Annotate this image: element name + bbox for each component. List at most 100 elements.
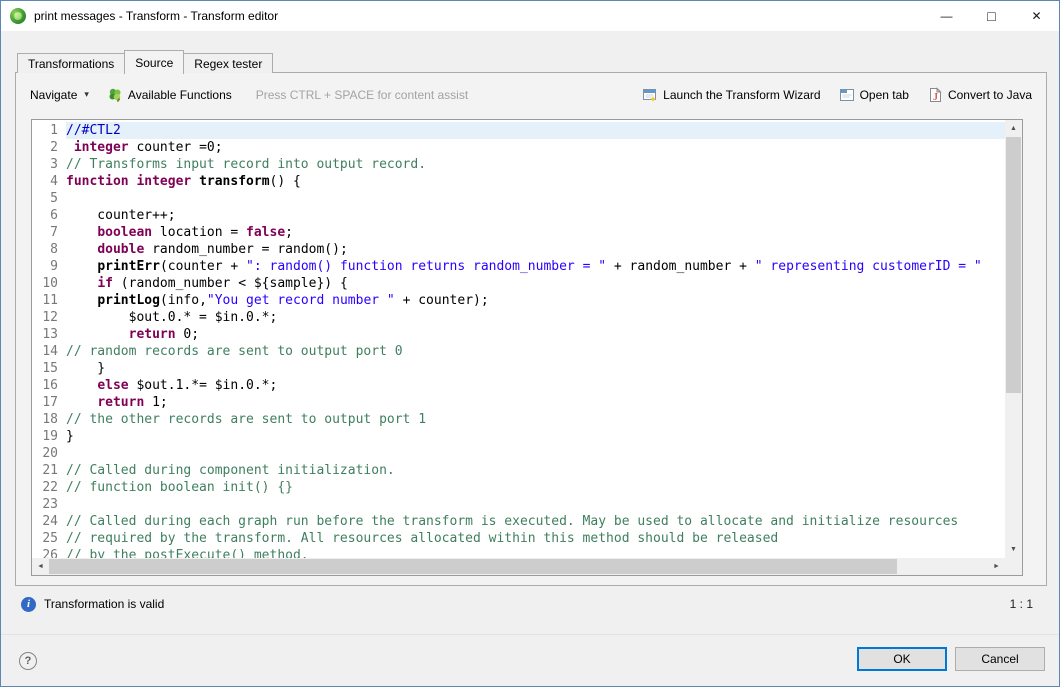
code-line[interactable]: 24// Called during each graph run before… [32,513,1005,530]
code-line[interactable]: 21// Called during component initializat… [32,462,1005,479]
code-line[interactable]: 17 return 1; [32,394,1005,411]
code-line[interactable]: 1//#CTL2 [32,122,1005,139]
transform-editor-window: print messages - Transform - Transform e… [0,0,1060,687]
code-line[interactable]: 12 $out.0.* = $in.0.*; [32,309,1005,326]
line-number: 5 [32,190,66,207]
available-functions-label: Available Functions [128,88,232,102]
code-line[interactable]: 14// random records are sent to output p… [32,343,1005,360]
code-text: } [66,428,1005,445]
line-number: 4 [32,173,66,190]
ok-label: OK [893,652,910,666]
code-text: // the other records are sent to output … [66,411,1005,428]
scroll-left-icon[interactable]: ◄ [32,558,49,575]
cancel-label: Cancel [981,652,1018,666]
code-text: else $out.1.*= $in.0.*; [66,377,1005,394]
code-line[interactable]: 13 return 0; [32,326,1005,343]
scroll-right-icon[interactable]: ► [988,558,1005,575]
vertical-scrollbar[interactable]: ▲ ▼ [1005,120,1022,558]
convert-java-icon: J [927,87,943,103]
code-line[interactable]: 8 double random_number = random(); [32,241,1005,258]
source-tab-panel: Navigate ▾ Available Functions Press CTR… [15,72,1047,586]
maximize-icon: □ [987,8,995,24]
line-number: 18 [32,411,66,428]
available-functions-button[interactable]: Available Functions [107,87,232,103]
line-number: 17 [32,394,66,411]
help-button[interactable]: ? [19,652,37,670]
title-bar[interactable]: print messages - Transform - Transform e… [1,1,1059,31]
line-number: 13 [32,326,66,343]
code-line[interactable]: 11 printLog(info,"You get record number … [32,292,1005,309]
code-text: if (random_number < ${sample}) { [66,275,1005,292]
line-number: 23 [32,496,66,513]
code-line[interactable]: 22// function boolean init() {} [32,479,1005,496]
code-line[interactable]: 2 integer counter =0; [32,139,1005,156]
tab-source[interactable]: Source [124,50,184,74]
code-area[interactable]: 1//#CTL22 integer counter =0;3// Transfo… [32,120,1005,558]
caret-position: 1 : 1 [1010,597,1033,611]
wizard-icon [642,87,658,103]
close-icon: ✕ [1031,9,1041,23]
navigate-dropdown[interactable]: Navigate ▾ [30,88,89,102]
code-line[interactable]: 10 if (random_number < ${sample}) { [32,275,1005,292]
convert-to-java-button[interactable]: J Convert to Java [927,87,1032,103]
code-line[interactable]: 3// Transforms input record into output … [32,156,1005,173]
tab-transformations[interactable]: Transformations [17,53,125,73]
app-icon [10,8,26,24]
line-number: 21 [32,462,66,479]
launch-transform-wizard-button[interactable]: Launch the Transform Wizard [642,87,820,103]
code-line[interactable]: 9 printErr(counter + ": random() functio… [32,258,1005,275]
code-text: printLog(info,"You get record number " +… [66,292,1005,309]
code-line[interactable]: 23 [32,496,1005,513]
scroll-down-icon[interactable]: ▼ [1005,541,1022,558]
code-line[interactable]: 19} [32,428,1005,445]
tab-label: Source [135,56,173,70]
code-line[interactable]: 5 [32,190,1005,207]
code-text [66,496,1005,513]
code-line[interactable]: 16 else $out.1.*= $in.0.*; [32,377,1005,394]
code-line[interactable]: 7 boolean location = false; [32,224,1005,241]
code-text: // Called during component initializatio… [66,462,1005,479]
minimize-button[interactable]: — [924,1,969,31]
open-tab-button[interactable]: Open tab [839,87,909,103]
line-number: 11 [32,292,66,309]
code-line[interactable]: 18// the other records are sent to outpu… [32,411,1005,428]
code-text: // required by the transform. All resour… [66,530,1005,547]
horizontal-scrollbar[interactable]: ◄ ► [32,558,1005,575]
code-line[interactable]: 26// by the postExecute() method. [32,547,1005,558]
code-line[interactable]: 4function integer transform() { [32,173,1005,190]
tab-bar: Transformations Source Regex tester [17,50,273,73]
help-icon: ? [25,655,32,667]
maximize-button[interactable]: □ [969,1,1014,31]
code-text: function integer transform() { [66,173,1005,190]
line-number: 3 [32,156,66,173]
content-assist-hint: Press CTRL + SPACE for content assist [256,88,468,102]
tab-regex-tester[interactable]: Regex tester [183,53,273,73]
code-text: // function boolean init() {} [66,479,1005,496]
cancel-button[interactable]: Cancel [955,647,1045,671]
code-text [66,190,1005,207]
ok-button[interactable]: OK [857,647,947,671]
line-number: 2 [32,139,66,156]
horizontal-scroll-thumb[interactable] [49,559,897,574]
open-tab-label: Open tab [860,88,909,102]
line-number: 16 [32,377,66,394]
code-editor: 1//#CTL22 integer counter =0;3// Transfo… [31,119,1023,576]
code-text: $out.0.* = $in.0.*; [66,309,1005,326]
close-button[interactable]: ✕ [1014,1,1059,31]
scroll-up-icon[interactable]: ▲ [1005,120,1022,137]
code-line[interactable]: 25// required by the transform. All reso… [32,530,1005,547]
line-number: 26 [32,547,66,558]
launch-wizard-label: Launch the Transform Wizard [663,88,820,102]
code-line[interactable]: 20 [32,445,1005,462]
window-title: print messages - Transform - Transform e… [34,9,278,23]
line-number: 7 [32,224,66,241]
window-controls: — □ ✕ [924,1,1059,31]
code-text: counter++; [66,207,1005,224]
vertical-scroll-thumb[interactable] [1006,137,1021,393]
line-number: 25 [32,530,66,547]
minimize-icon: — [941,9,953,23]
code-line[interactable]: 6 counter++; [32,207,1005,224]
line-number: 12 [32,309,66,326]
code-line[interactable]: 15 } [32,360,1005,377]
code-text: //#CTL2 [66,122,1005,139]
